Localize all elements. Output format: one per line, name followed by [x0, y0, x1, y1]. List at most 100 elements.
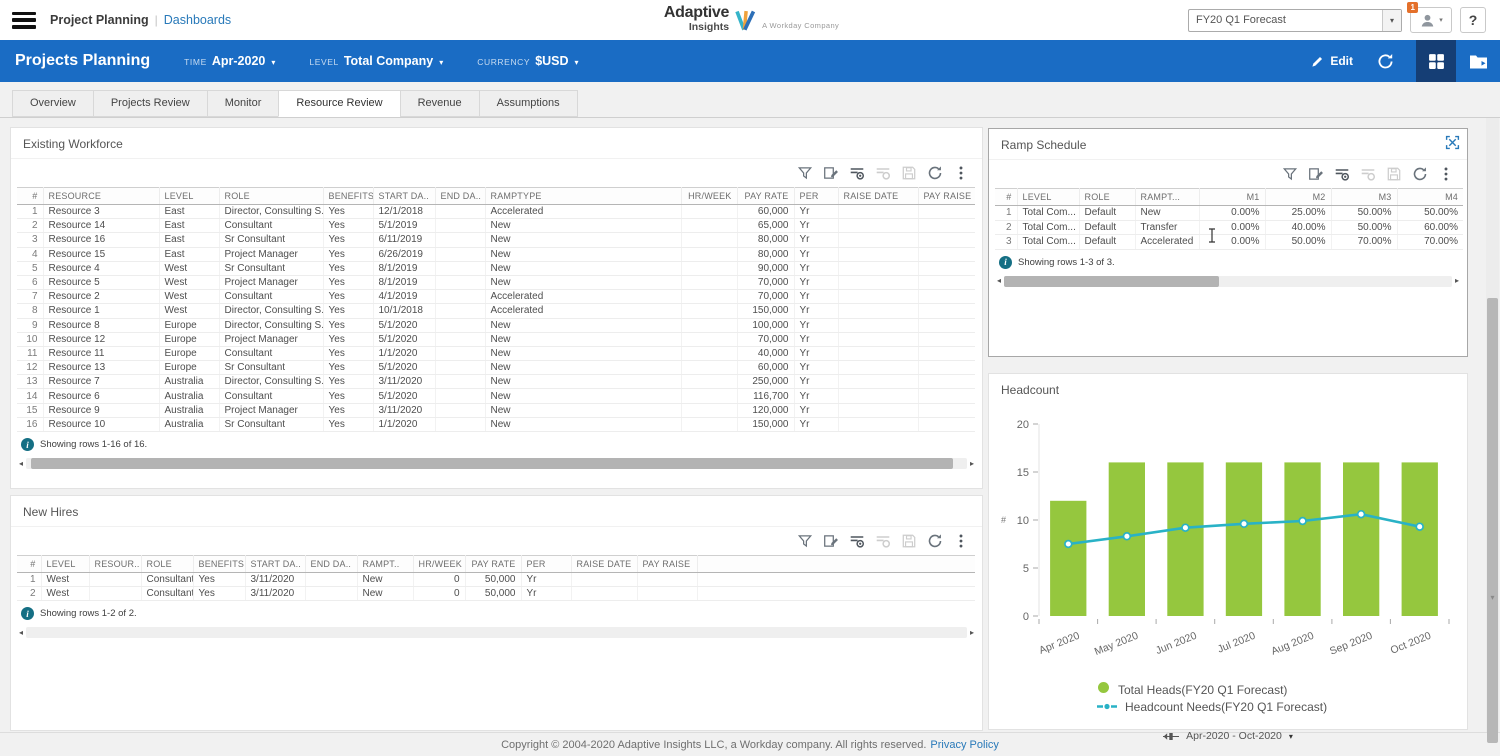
cell[interactable]: New — [485, 218, 682, 234]
delete-row-icon[interactable] — [875, 533, 891, 549]
cell[interactable]: Australia — [159, 374, 220, 390]
cell[interactable] — [305, 586, 358, 602]
chart-time-range-selector[interactable]: Apr-2020 - Oct-2020 ▾ — [989, 730, 1467, 742]
cell[interactable] — [435, 332, 486, 347]
cell[interactable]: Transfer — [1135, 220, 1200, 236]
cell[interactable]: Yes — [323, 388, 374, 404]
cell[interactable]: Resource 10 — [43, 417, 160, 433]
cell[interactable]: Consultant — [219, 388, 324, 404]
cell[interactable]: Director, Consulting S.. — [219, 204, 324, 220]
column-header[interactable]: HR/WEEK — [413, 555, 466, 573]
column-header[interactable]: PER — [794, 187, 839, 205]
cell[interactable]: New — [485, 232, 682, 248]
cell[interactable] — [918, 289, 975, 305]
refresh-table-icon[interactable] — [927, 165, 943, 181]
cell[interactable]: New — [485, 247, 682, 262]
cell[interactable] — [435, 289, 486, 305]
forecast-version-select[interactable]: FY20 Q1 Forecast ▾ — [1188, 8, 1402, 32]
cell[interactable]: 50.00% — [1265, 234, 1332, 250]
add-row-icon[interactable] — [1334, 166, 1350, 182]
export-edit-icon[interactable] — [1308, 166, 1324, 182]
scroll-left-icon[interactable]: ◂ — [19, 459, 23, 468]
column-header[interactable]: BENEFITS — [193, 555, 246, 573]
refresh-table-icon[interactable] — [927, 533, 943, 549]
column-header[interactable]: PAY RAISE — [637, 555, 698, 573]
cell[interactable]: 15 — [17, 403, 44, 418]
cell[interactable] — [681, 417, 738, 433]
cell[interactable]: 9 — [17, 318, 44, 333]
cell[interactable]: Australia — [159, 388, 220, 404]
cell[interactable] — [918, 303, 975, 319]
cell[interactable] — [571, 572, 638, 588]
column-header[interactable]: PER — [521, 555, 572, 573]
cell[interactable]: 25.00% — [1265, 205, 1332, 221]
cell[interactable]: Sr Consultant — [219, 232, 324, 248]
cell[interactable]: West — [159, 303, 220, 319]
column-header[interactable]: ROLE — [219, 187, 324, 205]
table-row[interactable]: 1 West Consultant Yes 3/11/2020 New 0 50,000 Yr — [17, 572, 975, 588]
cell[interactable]: Australia — [159, 417, 220, 433]
tab-resource-review[interactable]: Resource Review — [278, 90, 401, 117]
cell[interactable]: 90,000 — [737, 261, 795, 276]
cell[interactable] — [918, 275, 975, 291]
cell[interactable]: West — [159, 261, 220, 276]
cell[interactable]: New — [485, 346, 682, 362]
cell[interactable]: West — [41, 586, 90, 602]
cell[interactable]: Europe — [159, 360, 220, 376]
cell[interactable]: 70,000 — [737, 332, 795, 347]
cell[interactable]: 2 — [17, 586, 42, 602]
save-icon[interactable] — [901, 165, 917, 181]
cell[interactable]: Director, Consulting S.. — [219, 303, 324, 319]
cell[interactable]: 8 — [17, 303, 44, 319]
export-edit-icon[interactable] — [823, 165, 839, 181]
cell[interactable]: Yes — [323, 374, 374, 390]
table-row[interactable]: 10 Resource 12 Europe Project Manager Yes 5/1… — [17, 332, 975, 347]
cell[interactable]: Accelerated — [485, 204, 682, 220]
column-header[interactable]: RAMPTYPE — [485, 187, 682, 205]
cell[interactable]: 60,000 — [737, 360, 795, 376]
cell[interactable]: Yes — [323, 318, 374, 333]
column-header[interactable]: RESOUR.. — [89, 555, 142, 573]
cell[interactable] — [838, 247, 919, 262]
column-header[interactable]: PAY RATE — [465, 555, 522, 573]
cell[interactable]: Resource 9 — [43, 403, 160, 418]
cell[interactable]: Yr — [794, 204, 839, 220]
cell[interactable]: Default — [1079, 205, 1136, 221]
add-row-icon[interactable] — [849, 165, 865, 181]
cell[interactable]: 50,000 — [465, 572, 522, 588]
cell[interactable]: Yr — [521, 572, 572, 588]
cell[interactable] — [838, 388, 919, 404]
cell[interactable] — [681, 388, 738, 404]
cell[interactable] — [435, 261, 486, 276]
scroll-down-icon[interactable]: ▾ — [1486, 593, 1499, 602]
table-row[interactable]: 9 Resource 8 Europe Director, Consulting S.… — [17, 318, 975, 333]
cell[interactable]: Europe — [159, 318, 220, 333]
cell[interactable]: 80,000 — [737, 232, 795, 248]
table-row[interactable]: 2 Resource 14 East Consultant Yes 5/1/2019 New… — [17, 218, 975, 234]
cell[interactable] — [681, 204, 738, 220]
cell[interactable] — [681, 303, 738, 319]
cell[interactable]: West — [159, 289, 220, 305]
cell[interactable]: 150,000 — [737, 417, 795, 433]
cell[interactable]: East — [159, 232, 220, 248]
cell[interactable]: 3/11/2020 — [245, 586, 306, 602]
cell[interactable]: 40.00% — [1265, 220, 1332, 236]
cell[interactable]: Total Com... — [1017, 205, 1080, 221]
table-row[interactable]: 14 Resource 6 Australia Consultant Yes 5/1/20… — [17, 388, 975, 404]
cell[interactable]: Yr — [794, 417, 839, 433]
cell[interactable]: Yr — [521, 586, 572, 602]
cell[interactable]: 5/1/2020 — [373, 360, 436, 376]
more-options-icon[interactable] — [953, 533, 969, 549]
cell[interactable] — [435, 374, 486, 390]
cell[interactable] — [435, 388, 486, 404]
column-header[interactable]: START DA.. — [373, 187, 436, 205]
table-row[interactable]: 1 Resource 3 East Director, Consulting S.. Y… — [17, 204, 975, 220]
expand-panel-icon[interactable] — [1445, 135, 1460, 150]
cell[interactable]: Accelerated — [485, 303, 682, 319]
cell[interactable]: Yr — [794, 360, 839, 376]
cell[interactable]: Total Com... — [1017, 234, 1080, 250]
scroll-left-icon[interactable]: ◂ — [19, 628, 23, 637]
cell[interactable] — [918, 403, 975, 418]
cell[interactable]: Total Com... — [1017, 220, 1080, 236]
cell[interactable]: 2 — [17, 218, 44, 234]
